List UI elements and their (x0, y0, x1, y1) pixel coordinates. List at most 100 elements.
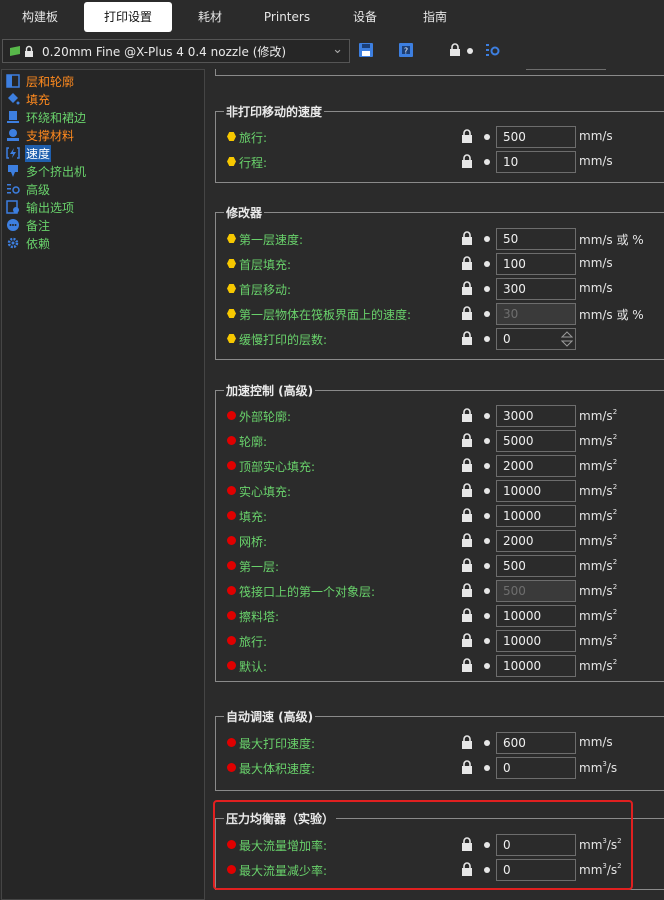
setting-row: 擦料塔: 10000 mm/s2 (207, 605, 664, 627)
reset-dot-icon[interactable] (484, 563, 490, 569)
output-icon (6, 200, 19, 214)
gear-settings-icon[interactable] (486, 43, 500, 57)
lock-icon[interactable] (461, 129, 473, 144)
mode-expert-icon (227, 763, 236, 772)
spinner-arrows-icon[interactable] (561, 331, 573, 347)
acceleration-input[interactable]: 10000 (496, 605, 576, 627)
annotation-highlight-box (213, 800, 633, 890)
acceleration-input[interactable]: 5000 (496, 430, 576, 452)
tab-guide[interactable]: 指南 (402, 2, 468, 32)
reset-dot-icon[interactable] (484, 463, 490, 469)
sidebar-item-dependencies[interactable]: 依赖 (6, 234, 51, 252)
first-layer-speed-input[interactable]: 50 (496, 228, 576, 250)
lock-icon[interactable] (461, 231, 473, 246)
z-travel-speed-input[interactable]: 10 (496, 151, 576, 173)
reset-dot-icon[interactable] (484, 311, 490, 317)
tab-print-settings[interactable]: 打印设置 (84, 2, 172, 32)
max-print-speed-input[interactable]: 600 (496, 732, 576, 754)
acceleration-input[interactable]: 500 (496, 555, 576, 577)
lock-icon[interactable] (448, 43, 462, 57)
reset-dot-icon[interactable] (484, 261, 490, 267)
reset-dot-icon[interactable] (484, 765, 490, 771)
reset-dot-icon[interactable] (484, 236, 490, 242)
reset-dot-icon[interactable] (484, 286, 490, 292)
sidebar-item-notes[interactable]: 备注 (6, 216, 51, 234)
reset-dot-icon[interactable] (484, 159, 490, 165)
sidebar-item-skirt-brim[interactable]: 环绕和裙边 (6, 108, 87, 126)
reset-dot-icon[interactable] (484, 413, 490, 419)
sidebar-item-multiple-extruders[interactable]: 多个挤出机 (6, 162, 87, 180)
setting-label: 网桥: (239, 535, 268, 549)
setting-row: 首层填充: 100 mm/s (207, 253, 664, 275)
acceleration-input[interactable]: 10000 (496, 630, 576, 652)
lock-icon[interactable] (461, 256, 473, 271)
tab-device[interactable]: 设备 (332, 2, 398, 32)
lock-icon[interactable] (461, 331, 473, 346)
reset-dot-icon[interactable] (484, 488, 490, 494)
lock-icon[interactable] (461, 154, 473, 169)
lock-icon[interactable] (461, 658, 473, 673)
mode-simple-icon (227, 132, 236, 141)
lock-icon[interactable] (461, 458, 473, 473)
layers-icon (6, 74, 20, 88)
setting-row: 轮廓: 5000 mm/s2 (207, 430, 664, 452)
first-layer-travel-speed-input[interactable]: 300 (496, 278, 576, 300)
acceleration-input[interactable]: 10000 (496, 505, 576, 527)
spinner-value: 0 (503, 332, 511, 346)
slowdown-layers-spinner[interactable]: 0 (496, 328, 576, 350)
reset-dot-icon[interactable] (484, 638, 490, 644)
sidebar-item-layers-perimeters[interactable]: 层和轮廓 (6, 72, 75, 90)
first-layer-infill-speed-input[interactable]: 100 (496, 253, 576, 275)
save-icon[interactable] (359, 43, 373, 57)
reset-dot-icon[interactable] (484, 740, 490, 746)
acceleration-input[interactable]: 10000 (496, 480, 576, 502)
save-as-icon[interactable]: ? (399, 43, 413, 57)
max-volumetric-speed-input[interactable]: 0 (496, 757, 576, 779)
lock-icon[interactable] (461, 433, 473, 448)
reset-dot-icon[interactable] (484, 613, 490, 619)
advanced-icon (7, 184, 20, 194)
reset-dot-icon[interactable] (484, 538, 490, 544)
tab-plater[interactable]: 构建板 (4, 2, 76, 32)
reset-dot-icon[interactable] (484, 336, 490, 342)
print-preset-select[interactable]: 0.20mm Fine @X-Plus 4 0.4 nozzle (修改) ⌄ (2, 39, 350, 63)
extruder-icon (8, 165, 18, 177)
lock-icon[interactable] (461, 583, 473, 598)
lock-icon[interactable] (461, 408, 473, 423)
acceleration-input[interactable]: 10000 (496, 655, 576, 677)
sidebar-item-advanced[interactable]: 高级 (6, 180, 51, 198)
unit-label: mm/s2 (579, 583, 618, 598)
lock-icon[interactable] (461, 483, 473, 498)
reset-dot-icon[interactable] (484, 588, 490, 594)
acceleration-input[interactable]: 2000 (496, 530, 576, 552)
reset-dot-icon[interactable] (484, 513, 490, 519)
sidebar-item-support[interactable]: 支撑材料 (6, 126, 75, 144)
tab-printers[interactable]: Printers (250, 2, 324, 32)
setting-row: 第一层物体在筏板界面上的速度: 30 mm/s 或 % (207, 303, 664, 325)
lock-icon (25, 45, 33, 57)
tab-filament[interactable]: 耗材 (176, 2, 244, 32)
acceleration-input[interactable]: 2000 (496, 455, 576, 477)
reset-dot-icon[interactable] (484, 134, 490, 140)
lock-icon[interactable] (461, 281, 473, 296)
setting-row: 默认: 10000 mm/s2 (207, 655, 664, 677)
settings-panel: 非打印移动的速度 旅行: 500 mm/s 行程: 10 mm/s 修改器 第一… (207, 69, 664, 900)
reset-dot-icon[interactable] (484, 438, 490, 444)
lock-icon[interactable] (461, 508, 473, 523)
reset-dot-icon[interactable] (484, 663, 490, 669)
acceleration-input[interactable]: 3000 (496, 405, 576, 427)
lock-icon[interactable] (461, 558, 473, 573)
acceleration-input: 500 (496, 580, 576, 602)
sidebar-item-infill[interactable]: 填充 (6, 90, 51, 108)
setting-label: 首层移动: (239, 283, 292, 297)
lock-icon[interactable] (461, 760, 473, 775)
dependencies-gear-icon (7, 237, 19, 249)
travel-speed-input[interactable]: 500 (496, 126, 576, 148)
lock-icon[interactable] (461, 735, 473, 750)
lock-icon[interactable] (461, 306, 473, 321)
sidebar-item-output-options[interactable]: 输出选项 (6, 198, 75, 216)
sidebar-item-speed[interactable]: 速度 (6, 144, 52, 162)
lock-icon[interactable] (461, 633, 473, 648)
lock-icon[interactable] (461, 608, 473, 623)
lock-icon[interactable] (461, 533, 473, 548)
